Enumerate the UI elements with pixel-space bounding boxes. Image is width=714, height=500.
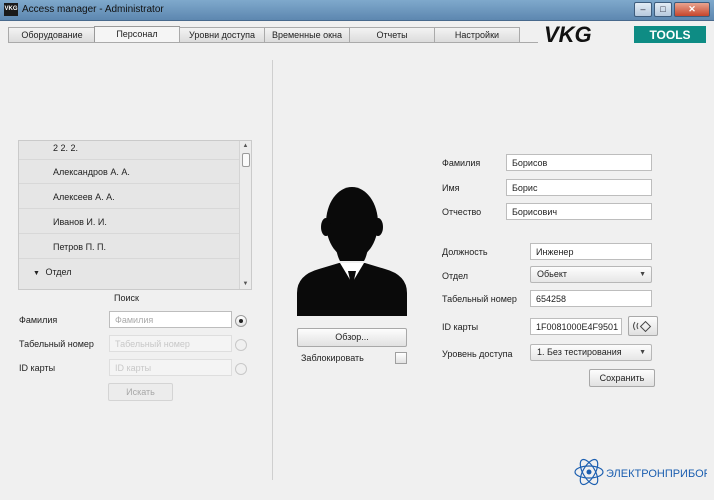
department-select[interactable]: Обьект ▼	[530, 266, 652, 283]
title-bar[interactable]: VKG Access manager - Administrator – □ ✕	[0, 0, 714, 21]
list-item[interactable]: Петров П. П.	[53, 242, 106, 252]
logo-brand: VKG	[544, 22, 592, 46]
list-separator	[19, 258, 239, 259]
position-label: Должность	[442, 247, 488, 257]
tab-baseline	[8, 42, 538, 43]
lastname-label: Фамилия	[442, 158, 481, 168]
employee-list[interactable]: 2 2. 2. Александров А. А. Алексеев А. А.…	[18, 140, 252, 290]
save-button[interactable]: Сохранить	[589, 369, 655, 387]
search-personnel-number-input[interactable]	[109, 335, 232, 352]
list-group-department[interactable]: ▼ Отдел	[33, 267, 72, 277]
firstname-field[interactable]	[506, 179, 652, 196]
card-id-field[interactable]	[530, 318, 622, 335]
card-id-label: ID карты	[442, 322, 479, 332]
tab-time-windows[interactable]: Временные окна	[264, 27, 350, 42]
patronymic-label: Отчество	[442, 207, 482, 217]
list-separator	[19, 233, 239, 234]
window-title: Access manager - Administrator	[22, 4, 164, 15]
block-label: Заблокировать	[301, 353, 364, 363]
position-field[interactable]	[530, 243, 652, 260]
search-lastname-radio[interactable]	[235, 315, 247, 327]
search-title: Поиск	[114, 293, 139, 303]
tab-equipment[interactable]: Оборудование	[8, 27, 96, 42]
personnel-number-field[interactable]	[530, 290, 652, 307]
department-label: Отдел	[442, 271, 469, 281]
list-group-label: Отдел	[45, 267, 72, 277]
brand-name: ЭЛЕКТРОНПРИБОР	[606, 468, 707, 480]
list-item[interactable]: Иванов И. И.	[53, 217, 107, 227]
person-silhouette-icon	[297, 187, 407, 316]
vkg-tools-logo: VKG TOOLS	[544, 22, 706, 46]
tab-settings[interactable]: Настройки	[434, 27, 520, 42]
card-scan-button[interactable]	[628, 316, 658, 336]
browse-photo-button[interactable]: Обзор...	[297, 328, 407, 347]
tab-reports[interactable]: Отчеты	[349, 27, 435, 42]
access-level-label: Уровень доступа	[442, 349, 513, 359]
list-scrollbar[interactable]: ▲ ▼	[239, 141, 251, 289]
expand-triangle-icon[interactable]: ▼	[33, 270, 40, 277]
app-window: VKG Access manager - Administrator – □ ✕…	[0, 0, 714, 500]
search-personnel-number-radio[interactable]	[235, 339, 247, 351]
app-icon: VKG	[4, 3, 18, 16]
list-item[interactable]: Алексеев А. А.	[53, 192, 115, 202]
search-lastname-input[interactable]	[109, 311, 232, 328]
list-item[interactable]: Александров А. А.	[53, 167, 130, 177]
panel-divider	[272, 60, 273, 480]
search-card-id-label: ID карты	[19, 363, 56, 373]
chevron-down-icon: ▼	[639, 271, 646, 278]
patronymic-field[interactable]	[506, 203, 652, 220]
firstname-label: Имя	[442, 183, 460, 193]
personnel-number-label: Табельный номер	[442, 294, 517, 304]
lastname-field[interactable]	[506, 154, 652, 171]
tab-personnel[interactable]: Персонал	[94, 26, 180, 43]
list-separator	[19, 208, 239, 209]
close-button[interactable]: ✕	[674, 2, 710, 17]
chevron-down-icon: ▼	[639, 349, 646, 356]
list-separator	[19, 183, 239, 184]
scroll-up-arrow-icon[interactable]: ▲	[240, 141, 251, 151]
minimize-button[interactable]: –	[634, 2, 652, 17]
search-personnel-number-label: Табельный номер	[19, 339, 94, 349]
rfid-reader-icon	[633, 320, 652, 333]
logo-suffix: TOOLS	[649, 28, 690, 42]
search-card-id-input[interactable]	[109, 359, 232, 376]
department-value: Обьект	[537, 269, 568, 279]
electronpribor-logo: ЭЛЕКТРОНПРИБОР	[574, 458, 707, 486]
list-separator	[19, 159, 239, 160]
access-level-value: 1. Без тестирования	[537, 347, 622, 357]
maximize-button[interactable]: □	[654, 2, 672, 17]
block-checkbox[interactable]	[395, 352, 407, 364]
search-button[interactable]: Искать	[108, 383, 173, 401]
search-card-id-radio[interactable]	[235, 363, 247, 375]
access-level-select[interactable]: 1. Без тестирования ▼	[530, 344, 652, 361]
search-lastname-label: Фамилия	[19, 315, 58, 325]
scroll-thumb[interactable]	[242, 153, 250, 167]
list-item[interactable]: 2 2. 2.	[53, 143, 78, 153]
scroll-down-arrow-icon[interactable]: ▼	[240, 279, 251, 289]
tab-access-levels[interactable]: Уровни доступа	[179, 27, 265, 42]
